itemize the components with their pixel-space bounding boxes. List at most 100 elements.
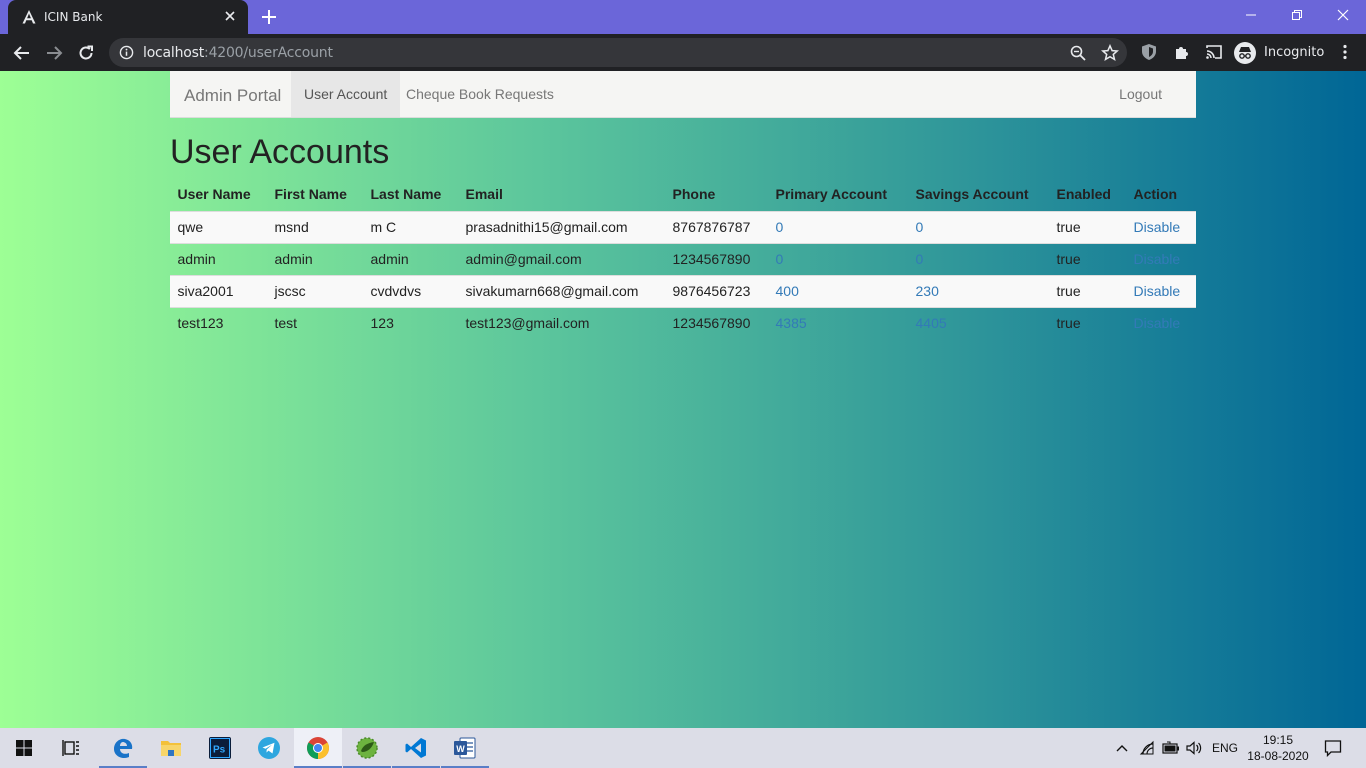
savings-account-link[interactable]: 0 <box>908 210 1049 243</box>
arrow-right-icon <box>47 46 63 60</box>
chevron-up-icon[interactable] <box>1115 741 1129 755</box>
taskbar-word[interactable]: W <box>441 728 489 768</box>
cell-last-name: admin <box>363 242 458 275</box>
clock-date: 18-08-2020 <box>1247 749 1309 763</box>
logout-link[interactable]: Logout <box>1119 71 1162 117</box>
task-view-icon <box>62 740 79 756</box>
browser-tabstrip: ICIN Bank <box>0 0 1366 34</box>
cell-email: prasadnithi15@gmail.com <box>458 210 665 243</box>
windows-logo-icon <box>16 740 32 756</box>
cell-phone: 9876456723 <box>665 274 768 307</box>
back-button[interactable] <box>11 42 33 64</box>
primary-account-link[interactable]: 0 <box>768 210 908 243</box>
disable-link[interactable]: Disable <box>1126 242 1196 275</box>
incognito-label: Incognito <box>1264 45 1325 60</box>
savings-account-link[interactable]: 230 <box>908 274 1049 307</box>
disable-link[interactable]: Disable <box>1126 274 1196 307</box>
close-tab-icon[interactable] <box>222 8 238 24</box>
column-header-action: Action <box>1133 186 1178 203</box>
taskbar-vscode[interactable] <box>392 728 440 768</box>
cell-enabled: true <box>1049 242 1126 275</box>
column-header-enabled: Enabled <box>1056 186 1111 203</box>
cast-icon[interactable] <box>1205 43 1223 61</box>
restore-button[interactable] <box>1274 0 1320 30</box>
shield-extension-icon[interactable] <box>1140 43 1158 61</box>
kebab-menu-icon[interactable] <box>1336 43 1354 61</box>
url-path: :4200/userAccount <box>204 45 333 61</box>
cell-enabled: true <box>1049 306 1126 339</box>
table-header-row: User Name First Name Last Name Email Pho… <box>170 178 1196 211</box>
disable-link[interactable]: Disable <box>1126 210 1196 243</box>
spring-tool-suite-icon <box>356 737 378 759</box>
language-indicator[interactable]: ENG <box>1212 728 1238 768</box>
column-header-user-name: User Name <box>177 186 251 203</box>
admin-navbar: Admin Portal User Account Cheque Book Re… <box>170 71 1196 118</box>
brand-link[interactable]: Admin Portal <box>184 86 281 106</box>
disable-link[interactable]: Disable <box>1126 306 1196 339</box>
taskbar-file-explorer[interactable] <box>147 728 195 768</box>
svg-text:W: W <box>456 744 465 754</box>
cell-enabled: true <box>1049 210 1126 243</box>
cell-email: test123@gmail.com <box>458 306 665 339</box>
cell-last-name: 123 <box>363 306 458 339</box>
minimize-button[interactable] <box>1228 0 1274 30</box>
column-header-savings-account: Savings Account <box>915 186 1029 203</box>
bookmark-star-icon[interactable] <box>1101 44 1119 62</box>
primary-account-link[interactable]: 4385 <box>768 306 908 339</box>
url-host: localhost <box>143 45 205 61</box>
vscode-icon <box>405 738 426 758</box>
address-bar[interactable]: localhost:4200/userAccount <box>109 38 1127 67</box>
primary-account-link[interactable]: 400 <box>768 274 908 307</box>
cell-first-name: test <box>267 306 363 339</box>
angular-icon <box>22 10 36 24</box>
photoshop-icon: Ps <box>209 737 231 759</box>
reload-button[interactable] <box>75 42 97 64</box>
column-header-primary-account: Primary Account <box>775 186 888 203</box>
word-icon: W <box>454 737 476 759</box>
reload-icon <box>79 45 93 60</box>
volume-icon[interactable] <box>1185 740 1203 756</box>
new-tab-icon[interactable] <box>260 8 278 26</box>
incognito-profile[interactable]: Incognito <box>1234 39 1324 66</box>
browser-tab[interactable]: ICIN Bank <box>8 0 248 34</box>
taskbar-edge[interactable] <box>99 728 147 768</box>
taskbar-photoshop[interactable]: Ps <box>196 728 244 768</box>
svg-text:Ps: Ps <box>213 745 226 756</box>
taskbar-chrome[interactable] <box>294 728 342 768</box>
zoom-icon[interactable] <box>1069 44 1087 62</box>
extensions-puzzle-icon[interactable] <box>1173 43 1191 61</box>
close-window-button[interactable] <box>1320 0 1366 30</box>
minimize-icon <box>1246 14 1256 16</box>
column-header-email: Email <box>465 186 503 203</box>
nav-user-account[interactable]: User Account <box>291 71 401 117</box>
primary-account-link[interactable]: 0 <box>768 242 908 275</box>
nav-cheque-book-requests[interactable]: Cheque Book Requests <box>393 71 567 117</box>
restore-icon <box>1292 10 1302 20</box>
column-header-first-name: First Name <box>274 186 347 203</box>
cell-last-name: m C <box>363 210 458 243</box>
tab-title: ICIN Bank <box>44 10 103 24</box>
chrome-icon <box>307 737 329 759</box>
close-window-icon <box>1337 9 1349 21</box>
cell-username: siva2001 <box>170 274 267 307</box>
taskbar-telegram[interactable] <box>245 728 293 768</box>
cell-email: admin@gmail.com <box>458 242 665 275</box>
notifications-icon[interactable] <box>1324 739 1342 757</box>
task-view-button[interactable] <box>48 728 96 768</box>
cell-last-name: cvdvdvs <box>363 274 458 307</box>
battery-icon[interactable] <box>1161 740 1181 756</box>
savings-account-link[interactable]: 0 <box>908 242 1049 275</box>
windows-taskbar: Ps W ENG 19:15 18-08-2020 <box>0 728 1366 768</box>
taskbar-spring-tool-suite[interactable] <box>343 728 391 768</box>
wifi-icon[interactable] <box>1139 740 1155 756</box>
savings-account-link[interactable]: 4405 <box>908 306 1049 339</box>
url-text: localhost:4200/userAccount <box>143 45 333 61</box>
cell-first-name: msnd <box>267 210 363 243</box>
info-icon[interactable] <box>119 45 134 60</box>
column-header-phone: Phone <box>672 186 716 203</box>
start-button[interactable] <box>0 728 48 768</box>
system-clock[interactable]: 19:15 18-08-2020 <box>1247 732 1309 764</box>
forward-button[interactable] <box>43 42 65 64</box>
table-row: test123 test 123 test123@gmail.com 12345… <box>170 306 1196 339</box>
table-row: admin admin admin admin@gmail.com 123456… <box>170 242 1196 275</box>
